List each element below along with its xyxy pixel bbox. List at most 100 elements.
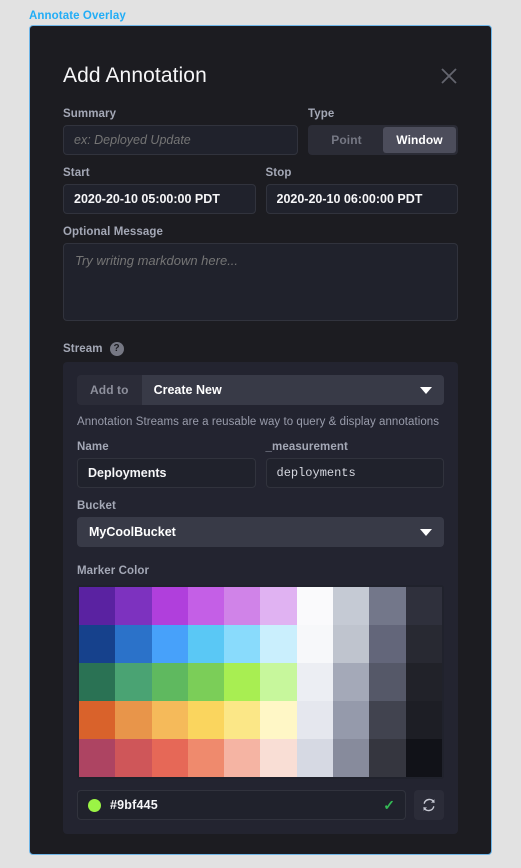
name-input[interactable]	[77, 458, 256, 488]
color-swatch[interactable]	[296, 587, 334, 625]
color-swatch[interactable]	[405, 663, 442, 701]
help-icon[interactable]: ?	[109, 342, 124, 356]
check-icon: ✓	[383, 796, 395, 813]
color-swatch[interactable]	[187, 625, 225, 663]
color-swatch[interactable]	[369, 625, 406, 663]
color-swatch[interactable]	[296, 739, 334, 777]
stop-field-group: Stop	[265, 167, 458, 214]
color-swatch[interactable]	[115, 663, 152, 701]
color-swatch[interactable]	[296, 701, 334, 739]
color-swatch[interactable]	[187, 739, 225, 777]
message-label: Optional Message	[63, 226, 164, 238]
chevron-down-icon	[420, 528, 432, 536]
color-swatch[interactable]	[333, 663, 370, 701]
stream-header: Stream ?	[63, 342, 458, 356]
color-swatch[interactable]	[260, 701, 297, 739]
color-swatch[interactable]	[405, 701, 442, 739]
page-title: Add Annotation	[63, 64, 207, 87]
color-swatch[interactable]	[187, 587, 225, 625]
color-swatch[interactable]	[187, 701, 225, 739]
color-swatch[interactable]	[79, 587, 116, 625]
color-swatch[interactable]	[151, 701, 188, 739]
color-swatch[interactable]	[187, 663, 225, 701]
color-swatch[interactable]	[333, 701, 370, 739]
add-to-row: Add to Create New	[77, 375, 444, 405]
color-swatch[interactable]	[405, 587, 442, 625]
color-swatch[interactable]	[369, 701, 406, 739]
color-swatch[interactable]	[296, 625, 334, 663]
stop-input[interactable]	[265, 184, 458, 214]
measurement-field-group: _measurement	[265, 441, 444, 488]
summary-label: Summary	[63, 108, 117, 120]
bucket-select-value: MyCoolBucket	[89, 525, 176, 539]
name-label: Name	[77, 441, 109, 453]
type-label: Type	[308, 108, 335, 120]
color-swatch[interactable]	[369, 663, 406, 701]
color-swatch[interactable]	[224, 701, 261, 739]
color-swatch[interactable]	[115, 625, 152, 663]
color-swatch[interactable]	[405, 739, 442, 777]
stream-select[interactable]: Create New	[141, 375, 444, 405]
color-swatch[interactable]	[151, 739, 188, 777]
name-field-group: Name	[77, 441, 256, 488]
color-preview-dot	[88, 798, 101, 812]
message-textarea[interactable]	[63, 243, 458, 321]
bucket-label: Bucket	[77, 500, 116, 512]
modal-body: Summary Type Point Window Start Stop	[30, 98, 491, 855]
stream-note: Annotation Streams are a reusable way to…	[77, 416, 440, 428]
color-swatch[interactable]	[333, 625, 370, 663]
color-swatch[interactable]	[260, 587, 297, 625]
stream-select-value: Create New	[153, 383, 222, 397]
start-label: Start	[63, 167, 90, 179]
summary-input[interactable]	[63, 125, 298, 155]
color-swatch[interactable]	[115, 701, 152, 739]
refresh-icon[interactable]	[414, 790, 444, 820]
modal-footer: Cancel Add Annotation	[63, 854, 458, 855]
type-field-group: Type Point Window	[308, 108, 458, 155]
color-swatch[interactable]	[224, 625, 261, 663]
add-annotation-button[interactable]: Add Annotation	[239, 854, 366, 855]
start-input[interactable]	[63, 184, 256, 214]
bucket-field-group: Bucket MyCoolBucket	[77, 500, 444, 547]
color-swatch[interactable]	[369, 739, 406, 777]
summary-type-row: Summary Type Point Window	[63, 108, 458, 155]
stream-label: Stream	[63, 343, 103, 355]
color-swatch[interactable]	[369, 587, 406, 625]
type-option-window[interactable]: Window	[383, 127, 456, 153]
measurement-input[interactable]	[265, 458, 444, 488]
color-swatch[interactable]	[151, 625, 188, 663]
add-to-label: Add to	[77, 375, 142, 405]
color-swatch[interactable]	[151, 663, 188, 701]
marker-color-group: Marker Color #9bf445 ✓	[77, 565, 444, 820]
color-swatch[interactable]	[405, 625, 442, 663]
color-swatch[interactable]	[260, 663, 297, 701]
start-stop-row: Start Stop	[63, 167, 458, 214]
color-swatch[interactable]	[260, 625, 297, 663]
bucket-select[interactable]: MyCoolBucket	[77, 517, 444, 547]
color-swatch[interactable]	[224, 739, 261, 777]
hex-input[interactable]: #9bf445	[110, 798, 374, 812]
color-swatch[interactable]	[224, 587, 261, 625]
color-palette-grid[interactable]	[77, 585, 444, 779]
color-swatch[interactable]	[115, 739, 152, 777]
close-icon[interactable]	[434, 61, 464, 91]
message-field-group: Optional Message	[63, 226, 458, 326]
color-swatch[interactable]	[79, 625, 116, 663]
hex-input-wrapper[interactable]: #9bf445 ✓	[77, 790, 406, 820]
chevron-down-icon	[420, 386, 432, 394]
type-toggle-group: Point Window	[308, 125, 458, 155]
color-swatch[interactable]	[79, 701, 116, 739]
color-swatch[interactable]	[333, 587, 370, 625]
color-swatch[interactable]	[79, 739, 116, 777]
type-option-point[interactable]: Point	[310, 127, 383, 153]
add-annotation-modal: Add Annotation Summary Type Point Window	[29, 25, 492, 855]
color-swatch[interactable]	[296, 663, 334, 701]
color-swatch[interactable]	[333, 739, 370, 777]
color-swatch[interactable]	[115, 587, 152, 625]
color-swatch[interactable]	[79, 663, 116, 701]
color-swatch[interactable]	[260, 739, 297, 777]
color-swatch[interactable]	[224, 663, 261, 701]
cancel-button[interactable]: Cancel	[155, 854, 229, 855]
summary-field-group: Summary	[63, 108, 298, 155]
color-swatch[interactable]	[151, 587, 188, 625]
